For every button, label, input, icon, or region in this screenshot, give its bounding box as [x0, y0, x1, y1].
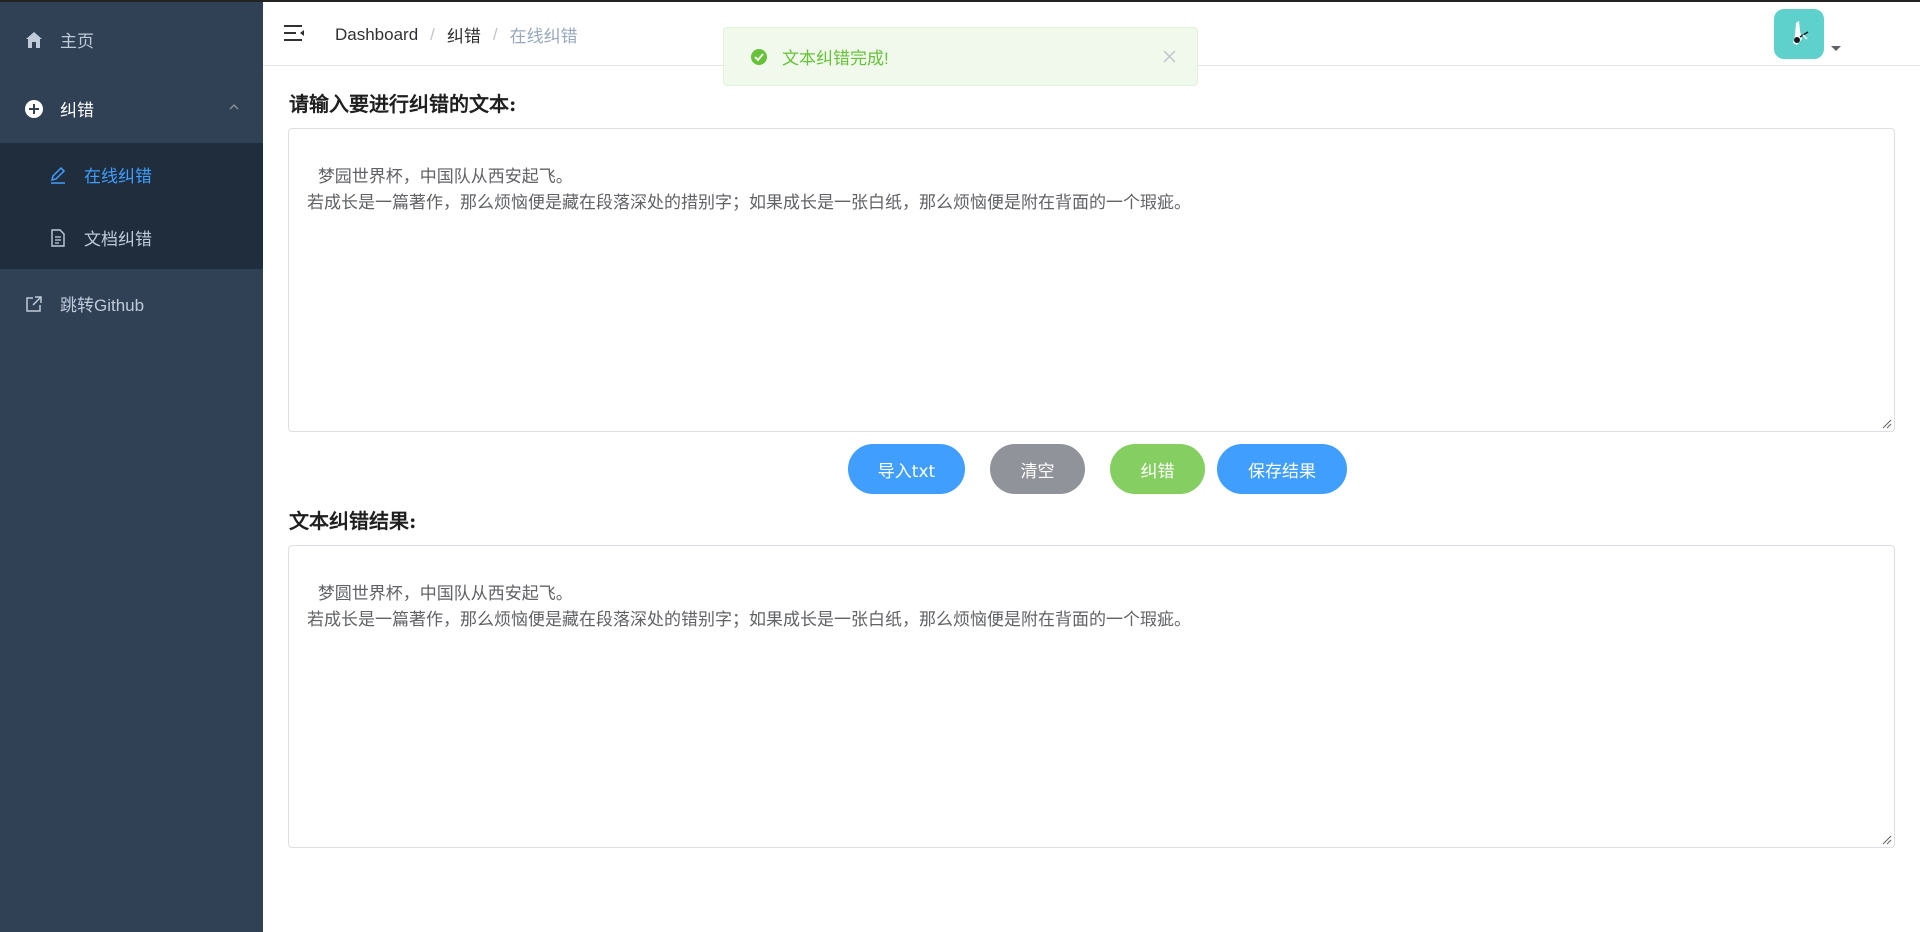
import-txt-button[interactable]: 导入txt	[848, 444, 965, 494]
input-section-label: 请输入要进行纠错的文本:	[289, 92, 517, 116]
result-textarea[interactable]: 梦圆世界杯，中国队从西安起飞。 若成长是一篇著作，那么烦恼便是藏在段落深处的错别…	[288, 545, 1895, 848]
breadcrumb-separator: /	[492, 24, 498, 44]
sidebar-item-label: 主页	[60, 32, 94, 51]
correct-button[interactable]: 纠错	[1110, 444, 1205, 494]
input-textarea[interactable]: 梦园世界杯，中国队从西安起飞。 若成长是一篇著作，那么烦恼便是藏在段落深处的措别…	[288, 128, 1895, 432]
sidebar-item-online-correction[interactable]: 在线纠错	[0, 143, 263, 206]
sidebar-item-label: 在线纠错	[84, 167, 152, 186]
edit-pen-icon	[46, 163, 70, 187]
sidebar-item-correction[interactable]: 纠错	[0, 74, 263, 143]
document-icon	[46, 226, 70, 250]
sidebar-item-home[interactable]: 主页	[0, 5, 263, 74]
avatar[interactable]	[1774, 9, 1824, 59]
sidebar-item-document-correction[interactable]: 文档纠错	[0, 206, 263, 269]
sidebar: 主页 纠错 在线纠错 文档纠错 跳转Github	[0, 0, 263, 932]
resize-handle-icon[interactable]	[1880, 417, 1892, 429]
sidebar-item-label: 纠错	[60, 101, 94, 120]
breadcrumb-online-correction: 在线纠错	[509, 27, 578, 46]
sidebar-item-label: 文档纠错	[84, 230, 152, 249]
success-check-icon	[751, 48, 767, 65]
external-link-icon	[22, 292, 46, 316]
home-icon	[22, 28, 46, 52]
resize-handle-icon[interactable]	[1880, 833, 1892, 845]
result-text: 梦圆世界杯，中国队从西安起飞。 若成长是一篇著作，那么烦恼便是藏在段落深处的错别…	[307, 584, 1191, 630]
breadcrumb-dashboard[interactable]: Dashboard	[335, 25, 418, 45]
plus-circle-icon	[22, 97, 46, 121]
caret-down-icon[interactable]	[1831, 46, 1841, 51]
sidebar-item-label: 跳转Github	[60, 296, 145, 315]
breadcrumb-separator: /	[430, 24, 435, 44]
close-icon[interactable]	[1162, 49, 1177, 64]
toast-message: 文本纠错完成!	[782, 49, 889, 68]
breadcrumb-correction[interactable]: 纠错	[447, 22, 481, 47]
breadcrumb: Dashboard / 纠错 / 在线纠错	[335, 22, 578, 47]
avatar-figure-icon	[1793, 21, 1809, 45]
sidebar-item-github[interactable]: 跳转Github	[0, 269, 263, 338]
result-section-label: 文本纠错结果:	[289, 509, 417, 533]
success-toast: 文本纠错完成!	[723, 27, 1198, 86]
chevron-up-icon	[229, 104, 239, 110]
menu-fold-icon[interactable]	[282, 21, 308, 45]
input-text: 梦园世界杯，中国队从西安起飞。 若成长是一篇著作，那么烦恼便是藏在段落深处的措别…	[307, 167, 1191, 213]
save-result-button[interactable]: 保存结果	[1217, 444, 1347, 494]
clear-button[interactable]: 清空	[990, 444, 1085, 494]
